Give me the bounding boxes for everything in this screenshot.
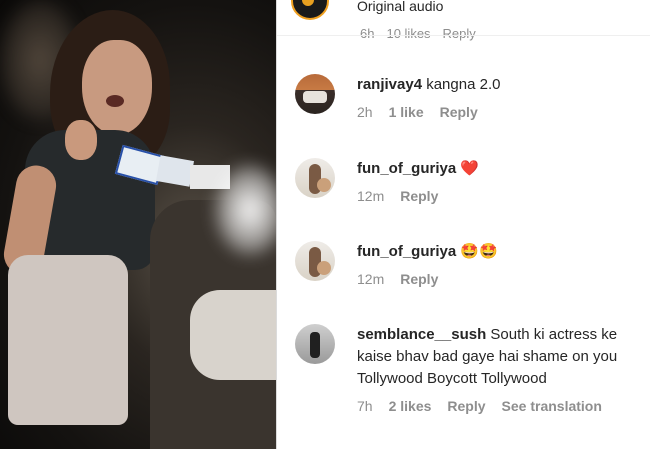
reply-button[interactable]: Reply <box>443 26 476 41</box>
video-player[interactable] <box>0 0 276 449</box>
account-avatar[interactable] <box>291 0 329 20</box>
man-avatar-icon[interactable] <box>295 324 335 364</box>
comment-time: 12m <box>357 188 385 205</box>
comment-time: 7h <box>357 398 373 414</box>
reply-button[interactable]: Reply <box>447 398 485 414</box>
reply-button[interactable]: Reply <box>400 271 438 287</box>
comment-username[interactable]: semblance__sush <box>357 326 486 343</box>
microphone <box>156 155 194 187</box>
reply-button[interactable]: Reply <box>400 188 438 204</box>
camera-flash <box>215 165 276 255</box>
comment-likes[interactable]: 2 likes <box>389 398 432 414</box>
comment-text: kangna 2.0 <box>426 76 501 93</box>
comment-username[interactable]: fun_of_guriya <box>357 160 456 177</box>
divider <box>277 35 650 36</box>
original-audio-link[interactable]: Original audio <box>357 0 443 14</box>
girl-avatar-icon[interactable] <box>295 158 335 198</box>
star-struck-emoji-icon: 🤩🤩 <box>460 243 498 261</box>
comment-username[interactable]: fun_of_guriya <box>357 243 456 260</box>
comment-likes[interactable]: 1 like <box>389 104 424 120</box>
comment-likes[interactable]: 10 likes <box>386 26 430 41</box>
comment-username[interactable]: ranjivay4 <box>357 76 422 93</box>
woman-mouth <box>106 95 124 107</box>
comment-time: 12m <box>357 271 385 288</box>
woman-hand <box>65 120 97 160</box>
reply-button[interactable]: Reply <box>440 104 478 120</box>
comment-time: 6h <box>360 26 375 41</box>
girl-avatar-icon[interactable] <box>295 241 335 281</box>
car-avatar-icon[interactable] <box>295 74 335 114</box>
see-translation-button[interactable]: See translation <box>502 398 602 414</box>
comments-panel[interactable]: Original audio 6h 10 likes Reply ranjiva… <box>277 0 650 449</box>
reporter-shirt <box>190 290 276 380</box>
previous-comment-meta: 6h 10 likes Reply <box>360 26 476 41</box>
comment-time: 2h <box>357 104 373 120</box>
post-header: Original audio <box>291 0 443 20</box>
woman-skirt <box>8 255 128 425</box>
woman-face <box>82 40 152 135</box>
heart-emoji-icon: ❤️ <box>460 160 480 178</box>
